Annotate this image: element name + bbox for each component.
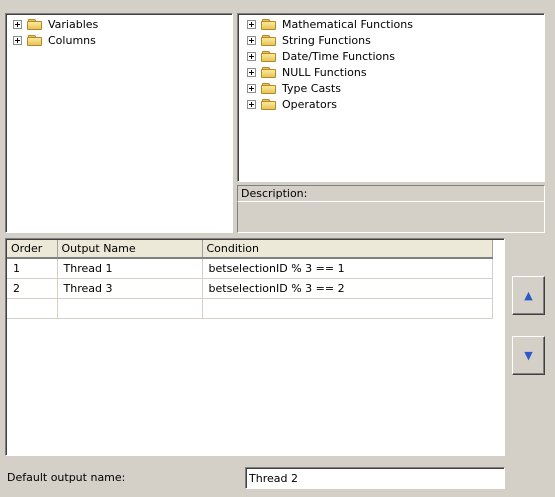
tree-item-label: Variables bbox=[48, 17, 99, 31]
default-output-name-label: Default output name: bbox=[7, 471, 126, 484]
tree-item-label: Columns bbox=[48, 33, 96, 47]
table-row[interactable]: 2 Thread 3 betselectionID % 3 == 2 bbox=[7, 278, 493, 299]
cell-condition[interactable]: betselectionID % 3 == 2 bbox=[202, 278, 493, 299]
move-up-button[interactable]: ▲ bbox=[512, 276, 545, 315]
cell-order[interactable]: 1 bbox=[7, 258, 58, 279]
expand-icon[interactable] bbox=[247, 51, 256, 61]
default-output-name-input[interactable] bbox=[245, 467, 505, 489]
cell-condition[interactable] bbox=[202, 298, 493, 319]
folder-icon bbox=[261, 50, 277, 63]
tree-item-mathematical-functions[interactable]: Mathematical Functions bbox=[247, 16, 413, 32]
column-header-output-name[interactable]: Output Name bbox=[57, 240, 203, 259]
tree-item-null-functions[interactable]: NULL Functions bbox=[247, 64, 367, 80]
expand-icon[interactable] bbox=[13, 19, 22, 29]
expand-icon[interactable] bbox=[247, 99, 256, 109]
up-arrow-icon: ▲ bbox=[524, 289, 533, 302]
conditions-grid[interactable]: Order Output Name Condition 1 Thread 1 b… bbox=[5, 238, 505, 456]
tree-item-label: Mathematical Functions bbox=[282, 17, 413, 31]
cell-order[interactable] bbox=[7, 298, 58, 319]
table-row[interactable]: 1 Thread 1 betselectionID % 3 == 1 bbox=[7, 258, 493, 279]
description-label: Description: bbox=[237, 185, 545, 202]
tree-item-label: Date/Time Functions bbox=[282, 49, 395, 63]
tree-item-operators[interactable]: Operators bbox=[247, 96, 337, 112]
cell-order[interactable]: 2 bbox=[7, 278, 58, 299]
tree-item-type-casts[interactable]: Type Casts bbox=[247, 80, 341, 96]
tree-item-label: Type Casts bbox=[282, 81, 341, 95]
tree-item-label: String Functions bbox=[282, 33, 371, 47]
grid-header-row: Order Output Name Condition bbox=[7, 240, 493, 259]
cell-output-name[interactable]: Thread 1 bbox=[57, 258, 203, 279]
move-down-button[interactable]: ▼ bbox=[512, 336, 545, 375]
column-header-condition[interactable]: Condition bbox=[202, 240, 493, 259]
conditions-table: Order Output Name Condition 1 Thread 1 b… bbox=[7, 240, 493, 319]
cell-condition[interactable]: betselectionID % 3 == 1 bbox=[202, 258, 493, 279]
folder-icon bbox=[261, 34, 277, 47]
tree-item-columns[interactable]: Columns bbox=[13, 32, 96, 48]
down-arrow-icon: ▼ bbox=[524, 349, 533, 362]
expand-icon[interactable] bbox=[247, 35, 256, 45]
column-header-order[interactable]: Order bbox=[7, 240, 58, 259]
functions-tree[interactable]: Mathematical Functions String Functions … bbox=[237, 13, 545, 182]
cell-output-name[interactable]: Thread 3 bbox=[57, 278, 203, 299]
expand-icon[interactable] bbox=[247, 67, 256, 77]
tree-item-label: NULL Functions bbox=[282, 65, 367, 79]
expand-icon[interactable] bbox=[247, 83, 256, 93]
folder-icon bbox=[27, 18, 43, 31]
description-text bbox=[237, 202, 545, 233]
expand-icon[interactable] bbox=[247, 19, 256, 29]
tree-item-datetime-functions[interactable]: Date/Time Functions bbox=[247, 48, 395, 64]
cell-output-name[interactable] bbox=[57, 298, 203, 319]
variables-columns-tree[interactable]: Variables Columns bbox=[5, 13, 233, 233]
new-row[interactable] bbox=[7, 298, 493, 319]
tree-item-variables[interactable]: Variables bbox=[13, 16, 98, 32]
expand-icon[interactable] bbox=[13, 35, 22, 45]
folder-icon bbox=[261, 66, 277, 79]
folder-icon bbox=[261, 98, 277, 111]
folder-icon bbox=[261, 82, 277, 95]
tree-item-string-functions[interactable]: String Functions bbox=[247, 32, 371, 48]
tree-item-label: Operators bbox=[282, 97, 337, 111]
folder-icon bbox=[261, 18, 277, 31]
folder-icon bbox=[27, 34, 43, 47]
